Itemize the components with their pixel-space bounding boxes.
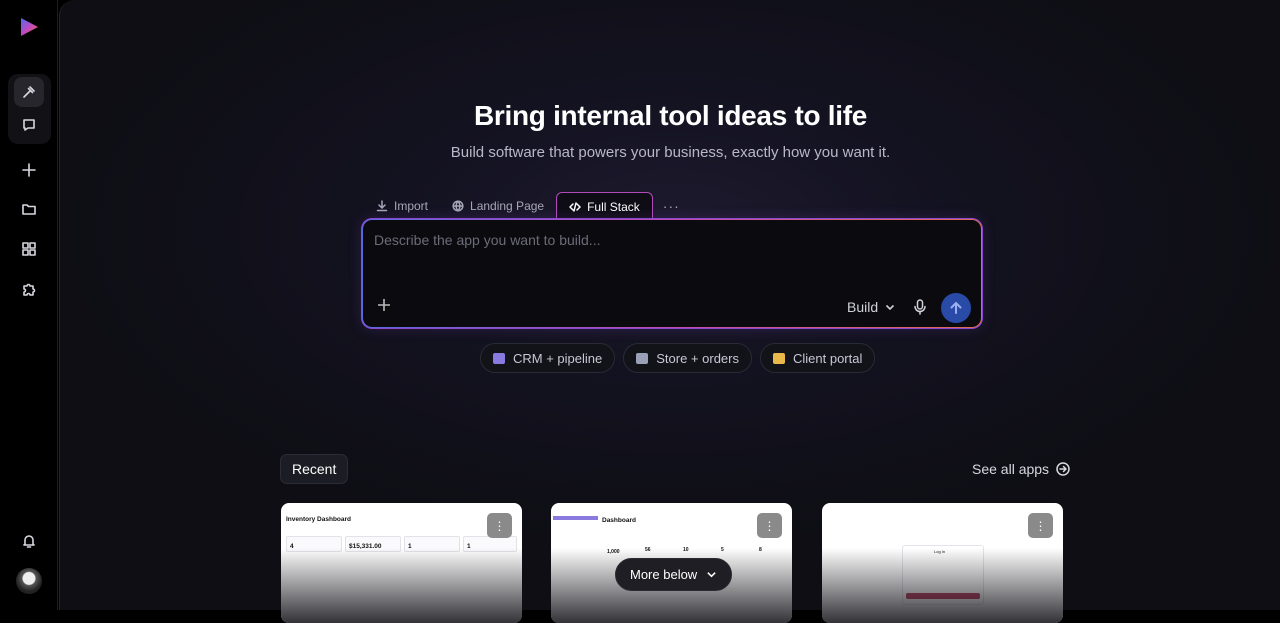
chevron-down-icon <box>886 304 895 311</box>
mode-switcher <box>8 74 51 144</box>
code-icon <box>569 201 581 212</box>
chat-icon <box>23 119 35 131</box>
user-avatar[interactable] <box>16 568 42 594</box>
tab-landing-page[interactable]: Landing Page <box>440 192 556 219</box>
arrow-up-icon <box>950 302 962 314</box>
login-form-preview <box>902 545 984 605</box>
app-logo-icon[interactable] <box>18 16 40 38</box>
chevron-down-icon <box>707 572 716 578</box>
send-button[interactable] <box>941 293 971 323</box>
build-mode-button[interactable] <box>14 77 44 107</box>
download-icon <box>376 199 388 211</box>
stat-value: 56 <box>645 547 651 553</box>
puzzle-icon <box>23 283 36 296</box>
chip-client-portal[interactable]: Client portal <box>760 343 876 373</box>
register-icon <box>636 352 649 364</box>
see-all-apps-link[interactable]: See all apps <box>972 461 1070 477</box>
card-title: Inventory Dashboard <box>286 516 352 523</box>
suggestion-chips: CRM + pipeline Store + orders Client por… <box>480 343 876 373</box>
tab-more[interactable]: ··· <box>653 192 690 219</box>
recent-tab[interactable]: Recent <box>280 454 349 484</box>
app-card-inventory[interactable]: Inventory Dashboard 4 $15,331.00 1 1 ⋮ <box>281 503 522 623</box>
stat-value: 10 <box>683 547 689 553</box>
app-card-login[interactable]: Log In ⋮ <box>822 503 1063 623</box>
arrow-right-circle-icon <box>1056 462 1070 476</box>
bell-icon <box>23 535 35 548</box>
card-title: Log In <box>934 549 946 554</box>
card-menu-button[interactable]: ⋮ <box>757 513 782 538</box>
stat-box <box>286 536 342 552</box>
folder-icon <box>22 204 36 215</box>
globe-icon <box>452 199 464 212</box>
left-rail <box>0 0 58 610</box>
prompt-box: Build <box>362 219 982 328</box>
chip-store-orders[interactable]: Store + orders <box>623 343 752 373</box>
tab-full-stack[interactable]: Full Stack <box>556 192 653 220</box>
crm-icon <box>493 352 505 364</box>
new-app-button[interactable] <box>14 155 44 185</box>
tab-import[interactable]: Import <box>364 192 440 219</box>
login-button-preview <box>906 593 980 599</box>
card-title: Dashboard <box>602 517 636 524</box>
stat-box <box>404 536 460 552</box>
more-below-label: More below <box>630 567 698 582</box>
microphone-icon <box>914 299 926 315</box>
grid-icon <box>22 242 36 256</box>
hero-title: Bring internal tool ideas to life <box>473 100 868 131</box>
stat-value: 1,000 <box>607 549 620 555</box>
stat-value: 5 <box>721 547 724 553</box>
sidebar-highlight <box>553 516 598 520</box>
chip-crm-pipeline[interactable]: CRM + pipeline <box>480 343 616 373</box>
plus-icon <box>378 299 390 311</box>
attach-button[interactable] <box>377 298 395 316</box>
card-menu-button[interactable]: ⋮ <box>487 513 512 538</box>
stat-value: 4 <box>290 543 294 550</box>
tab-label: Import <box>394 198 429 213</box>
notifications-button[interactable] <box>14 526 44 556</box>
plus-icon <box>22 163 36 177</box>
prompt-input[interactable] <box>374 232 964 248</box>
chip-label: Client portal <box>793 350 863 366</box>
hammer-icon <box>23 86 35 98</box>
more-below-button[interactable]: More below <box>615 558 733 591</box>
integrations-button[interactable] <box>14 274 44 304</box>
card-menu-button[interactable]: ⋮ <box>1028 513 1053 538</box>
mode-dropdown[interactable]: Build <box>847 299 896 315</box>
stat-box <box>463 536 517 552</box>
stat-value: 1 <box>467 543 471 550</box>
chip-label: CRM + pipeline <box>513 350 603 366</box>
chat-mode-button[interactable] <box>14 110 44 140</box>
stat-value: 8 <box>759 547 762 553</box>
tab-label: Full Stack <box>587 199 640 214</box>
id-card-icon <box>773 352 785 364</box>
mode-label: Build <box>847 299 879 315</box>
see-all-label: See all apps <box>972 461 1050 477</box>
hero-subtitle: Build software that powers your business… <box>450 144 891 161</box>
main-panel: Bring internal tool ideas to life Build … <box>59 0 1280 623</box>
apps-grid-button[interactable] <box>14 234 44 264</box>
projects-button[interactable] <box>14 194 44 224</box>
tab-label: Landing Page <box>470 198 545 213</box>
template-tabs: Import Landing Page Full Stack ··· <box>364 192 690 220</box>
stat-value: 1 <box>408 543 412 550</box>
stat-value: $15,331.00 <box>349 543 382 550</box>
voice-input-button[interactable] <box>911 298 931 318</box>
chip-label: Store + orders <box>656 350 739 366</box>
